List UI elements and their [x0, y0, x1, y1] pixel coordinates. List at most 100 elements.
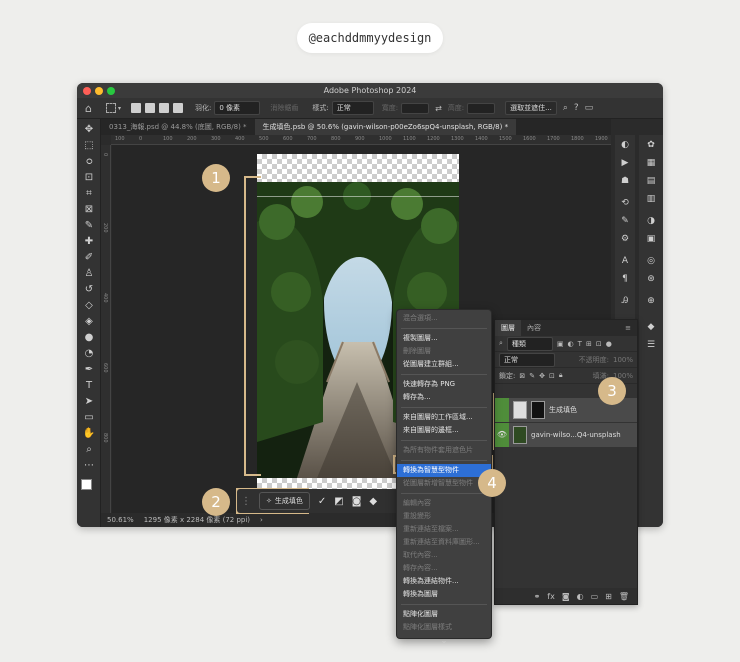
- history-icon[interactable]: ⟲: [619, 197, 631, 209]
- layer-mask-thumbnail[interactable]: [531, 401, 545, 419]
- layer-name[interactable]: 生成填色: [549, 405, 577, 415]
- pen-tool-icon[interactable]: ✒: [82, 363, 96, 377]
- adjustment-filter-icon[interactable]: ◐: [568, 340, 574, 348]
- path-select-tool-icon[interactable]: ➤: [82, 395, 96, 409]
- menu-item[interactable]: 快速轉存為 PNG: [397, 378, 491, 391]
- chevron-right-icon[interactable]: ›: [260, 516, 263, 524]
- tab-properties[interactable]: 內容: [521, 320, 547, 336]
- visibility-off-icon[interactable]: [495, 398, 509, 422]
- play-icon[interactable]: ▶: [619, 157, 631, 169]
- feather-input[interactable]: 0 像素: [214, 101, 261, 115]
- menu-item[interactable]: 轉換為圖層: [397, 588, 491, 601]
- zoom-tool-icon[interactable]: ⌕: [82, 443, 96, 457]
- brush-tool-icon[interactable]: ✐: [82, 251, 96, 265]
- add-selection-icon[interactable]: [145, 103, 155, 113]
- minimize-window-button[interactable]: [95, 87, 103, 95]
- delete-layer-icon[interactable]: 🗑︎: [619, 592, 629, 601]
- drag-handle-icon[interactable]: ⋮: [241, 496, 251, 507]
- new-layer-icon[interactable]: ⊞: [605, 592, 612, 601]
- menu-item[interactable]: 來自圖層的邊框...: [397, 424, 491, 437]
- foreground-color-swatch[interactable]: [81, 479, 92, 490]
- brush-edit-icon[interactable]: ✓: [318, 496, 326, 507]
- menu-item[interactable]: 複製圖層...: [397, 332, 491, 345]
- patterns-icon[interactable]: ▥: [645, 193, 657, 205]
- zoom-level[interactable]: 50.61%: [107, 516, 134, 524]
- healing-tool-icon[interactable]: ✚: [82, 235, 96, 249]
- layer-filter-select[interactable]: 種類: [506, 336, 553, 351]
- 3d-icon[interactable]: ⊕: [645, 295, 657, 307]
- layer-style-icon[interactable]: fx: [547, 592, 555, 601]
- menu-item[interactable]: 轉存為...: [397, 391, 491, 404]
- tab-poster[interactable]: 0313_海報.psd @ 44.8% (底圖, RGB/8) *: [101, 119, 255, 135]
- link-layers-icon[interactable]: ⚭: [534, 592, 541, 601]
- actions-icon[interactable]: ☗: [619, 175, 631, 187]
- more-tools-icon[interactable]: ⋯: [82, 459, 96, 473]
- chevron-down-icon[interactable]: ▾: [118, 105, 121, 112]
- glyphs-icon[interactable]: Ꭿ: [619, 295, 631, 307]
- zoom-window-button[interactable]: [107, 87, 115, 95]
- stamp-tool-icon[interactable]: ♙: [82, 267, 96, 281]
- smart-filter-icon[interactable]: ⊡: [596, 340, 602, 348]
- layer-name[interactable]: gavin-wilso...Q4-unsplash: [531, 431, 621, 439]
- blend-mode-select[interactable]: 正常: [499, 352, 555, 367]
- close-window-button[interactable]: [83, 87, 91, 95]
- hand-tool-icon[interactable]: ✋: [82, 427, 96, 441]
- workspace-icon[interactable]: ▭: [585, 103, 594, 113]
- palette-icon[interactable]: ✿: [645, 139, 657, 151]
- paragraph-icon[interactable]: ¶: [619, 273, 631, 285]
- dodge-tool-icon[interactable]: ◔: [82, 347, 96, 361]
- shape-tool-icon[interactable]: ▭: [82, 411, 96, 425]
- gradients-icon[interactable]: ▤: [645, 175, 657, 187]
- swatches-icon[interactable]: ▦: [645, 157, 657, 169]
- generative-fill-button[interactable]: ✧ 生成填色: [259, 492, 310, 510]
- width-input[interactable]: [401, 102, 430, 114]
- marquee-tool-icon[interactable]: ⬚: [82, 139, 96, 153]
- shape-filter-icon[interactable]: ⊞: [586, 340, 592, 348]
- add-mask-icon[interactable]: ◙: [562, 592, 570, 601]
- subtract-selection-icon[interactable]: [159, 103, 169, 113]
- new-group-icon[interactable]: ▭: [591, 592, 599, 601]
- adjustments-icon[interactable]: ◑: [645, 215, 657, 227]
- marquee-icon[interactable]: [105, 103, 116, 113]
- tab-layers[interactable]: 圖層: [495, 320, 521, 336]
- channels-icon[interactable]: ◎: [645, 255, 657, 267]
- invert-icon[interactable]: ◩: [334, 496, 343, 507]
- intersect-selection-icon[interactable]: [173, 103, 183, 113]
- tab-generative-fill[interactable]: 生成填色.psb @ 50.6% (gavin-wilson-p00eZo6sp…: [254, 119, 517, 135]
- menu-item[interactable]: 轉換為連結物件...: [397, 575, 491, 588]
- brush-settings-icon[interactable]: ✎: [619, 215, 631, 227]
- type-filter-icon[interactable]: T: [578, 340, 582, 348]
- properties-icon[interactable]: ☰: [645, 339, 657, 351]
- menu-item[interactable]: 點陣化圖層: [397, 608, 491, 621]
- new-selection-icon[interactable]: [131, 103, 141, 113]
- fill-icon[interactable]: ◆: [369, 496, 377, 507]
- eyedropper-tool-icon[interactable]: ✎: [82, 219, 96, 233]
- gradient-tool-icon[interactable]: ◈: [82, 315, 96, 329]
- libraries-icon[interactable]: ▣: [645, 233, 657, 245]
- search-icon[interactable]: ⌕: [563, 103, 568, 113]
- filter-toggle-icon[interactable]: ●: [606, 340, 612, 348]
- help-icon[interactable]: ?: [574, 103, 579, 113]
- frame-tool-icon[interactable]: ⊠: [82, 203, 96, 217]
- lasso-tool-icon[interactable]: ഠ: [82, 155, 96, 169]
- lock-position-icon[interactable]: ✥: [539, 372, 545, 380]
- type-tool-icon[interactable]: T: [82, 379, 96, 393]
- object-select-tool-icon[interactable]: ⊡: [82, 171, 96, 185]
- eraser-tool-icon[interactable]: ◇: [82, 299, 96, 313]
- history-brush-tool-icon[interactable]: ↺: [82, 283, 96, 297]
- mask-icon[interactable]: ◙: [352, 496, 362, 507]
- layer-row-photo[interactable]: 👁︎ gavin-wilso...Q4-unsplash: [495, 423, 637, 447]
- menu-item[interactable]: 從圖層建立群組...: [397, 358, 491, 371]
- lock-all-icon[interactable]: 🔒︎: [559, 371, 563, 380]
- crop-tool-icon[interactable]: ⌗: [82, 187, 96, 201]
- antialias-label[interactable]: 消除鋸齒: [270, 103, 298, 113]
- paths-icon[interactable]: ⊛: [645, 273, 657, 285]
- tool-presets-icon[interactable]: ⚙: [619, 233, 631, 245]
- blur-tool-icon[interactable]: ●: [82, 331, 96, 345]
- character-icon[interactable]: A: [619, 255, 631, 267]
- opacity-value[interactable]: 100%: [613, 356, 633, 364]
- panel-menu-icon[interactable]: ≡: [625, 324, 631, 332]
- menu-item[interactable]: 來自圖層的工作區域...: [397, 411, 491, 424]
- menu-item[interactable]: 轉換為智慧型物件: [397, 464, 491, 477]
- pixel-filter-icon[interactable]: ▣: [557, 340, 564, 348]
